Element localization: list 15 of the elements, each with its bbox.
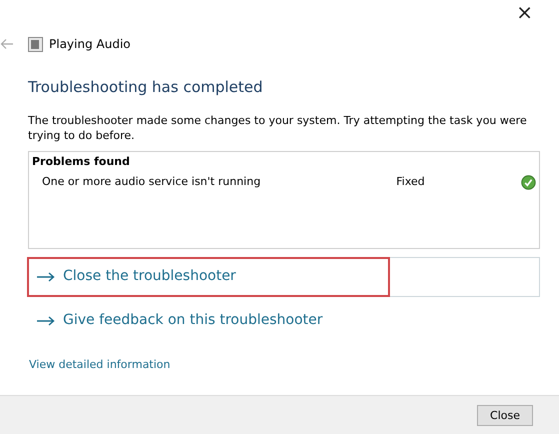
message-text: The troubleshooter made some changes to your system. Try attempting the task you were trying to do before. xyxy=(28,112,528,142)
audio-app-icon xyxy=(28,36,43,52)
arrow-icon xyxy=(37,272,55,282)
window-title: Playing Audio xyxy=(49,36,131,53)
heading: Troubleshooting has completed xyxy=(28,77,264,98)
problem-status: Fixed xyxy=(396,174,426,190)
command-link[interactable]: Close the troubleshooter xyxy=(27,256,540,296)
details-link[interactable]: View detailed information xyxy=(29,356,170,373)
command-link[interactable]: Give feedback on this troubleshooter xyxy=(27,300,540,340)
problem-description: One or more audio service isn't running xyxy=(42,174,262,190)
arrow-icon xyxy=(37,316,55,326)
panel-title: Problems found xyxy=(32,154,131,170)
close-button[interactable]: Close xyxy=(477,404,533,426)
back-arrow-icon[interactable] xyxy=(0,38,14,50)
close-button[interactable]: × xyxy=(512,0,537,24)
